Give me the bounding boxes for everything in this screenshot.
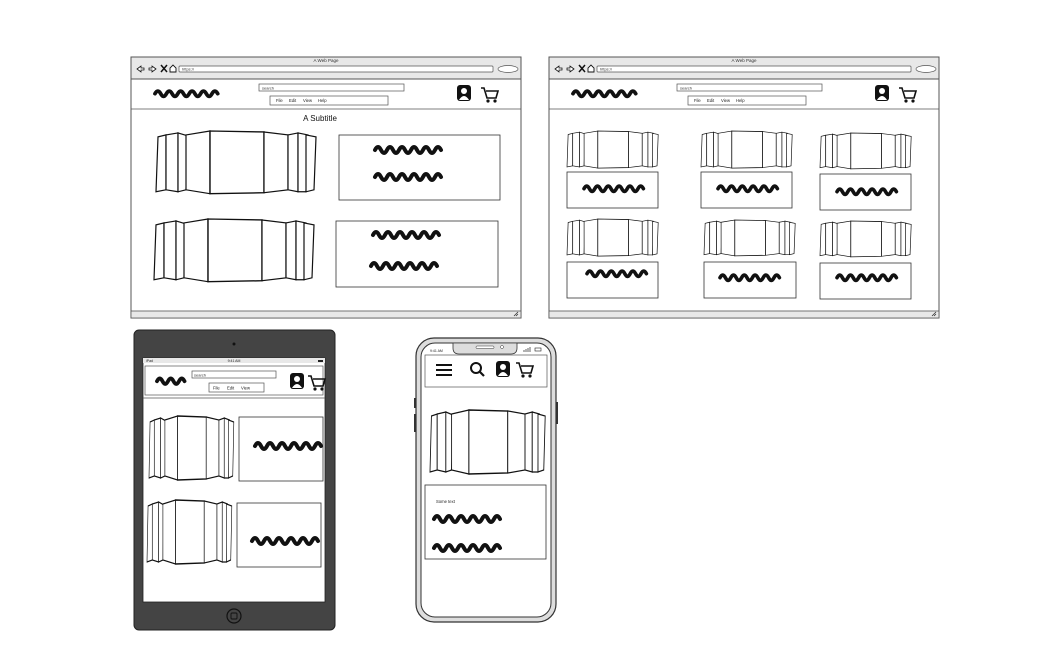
page-subtitle: A Subtitle <box>303 114 337 123</box>
menu-edit[interactable]: Edit <box>289 98 297 103</box>
image-carousel[interactable] <box>703 219 796 257</box>
desktop-left-window: A Web Page https:// search File Edit Vie… <box>130 56 522 319</box>
text-card <box>566 261 659 299</box>
wireframe-canvas: A Web Page https:// search File Edit Vie… <box>130 56 940 631</box>
image-carousel[interactable] <box>566 218 659 257</box>
menu-edit[interactable]: Edit <box>227 386 235 391</box>
menu-file[interactable]: File <box>694 98 701 103</box>
menu-bar <box>687 95 807 106</box>
camera-icon <box>232 342 236 346</box>
image-carousel[interactable] <box>153 218 315 283</box>
search-value: search <box>194 373 206 378</box>
tablet-status-left: iPad <box>146 359 153 363</box>
image-carousel[interactable] <box>566 130 659 169</box>
menu-help[interactable]: Help <box>736 98 745 103</box>
menu-view[interactable]: View <box>303 98 313 103</box>
image-carousel[interactable] <box>148 415 235 481</box>
user-icon[interactable] <box>496 361 510 377</box>
menu-edit[interactable]: Edit <box>707 98 715 103</box>
home-button-icon[interactable] <box>226 608 242 624</box>
text-card <box>338 134 501 201</box>
phone-body-label: Some text <box>436 499 456 504</box>
phone-mockup: 9:41 AM Some text <box>414 337 558 623</box>
image-carousel[interactable] <box>155 130 317 195</box>
user-icon[interactable] <box>875 85 889 101</box>
user-icon[interactable] <box>290 373 304 389</box>
search-input[interactable] <box>258 83 405 92</box>
battery-icon <box>318 360 323 362</box>
window-title: A Web Page <box>732 58 757 63</box>
phone-status-time: 9:41 AM <box>430 349 443 353</box>
search-input[interactable] <box>676 83 823 92</box>
tablet-mockup: iPad 9:41 AM search File Edit View <box>133 329 336 631</box>
text-card <box>335 220 499 288</box>
tablet-status-time: 9:41 AM <box>228 359 241 363</box>
menu-file[interactable]: File <box>276 98 283 103</box>
browser-search-field[interactable] <box>915 65 937 73</box>
url-bar[interactable] <box>178 65 494 73</box>
url-text: https:// <box>600 67 613 72</box>
browser-search-field[interactable] <box>497 65 519 73</box>
text-card <box>236 502 322 568</box>
menu-bar <box>269 95 389 106</box>
desktop-right-window: A Web Page https:// search File Edit Vie… <box>548 56 940 319</box>
menu-view[interactable]: View <box>241 386 251 391</box>
window-title: A Web Page <box>314 58 339 63</box>
url-text: https:// <box>182 67 195 72</box>
url-bar[interactable] <box>596 65 912 73</box>
menu-help[interactable]: Help <box>318 98 327 103</box>
search-value: search <box>680 86 692 91</box>
image-carousel[interactable] <box>429 409 546 475</box>
image-carousel[interactable] <box>700 130 793 169</box>
image-carousel[interactable] <box>819 132 912 170</box>
search-value: search <box>262 86 274 91</box>
image-carousel[interactable] <box>146 499 233 565</box>
menu-view[interactable]: View <box>721 98 731 103</box>
user-icon[interactable] <box>457 85 471 101</box>
menu-file[interactable]: File <box>213 386 220 391</box>
image-carousel[interactable] <box>819 220 912 258</box>
